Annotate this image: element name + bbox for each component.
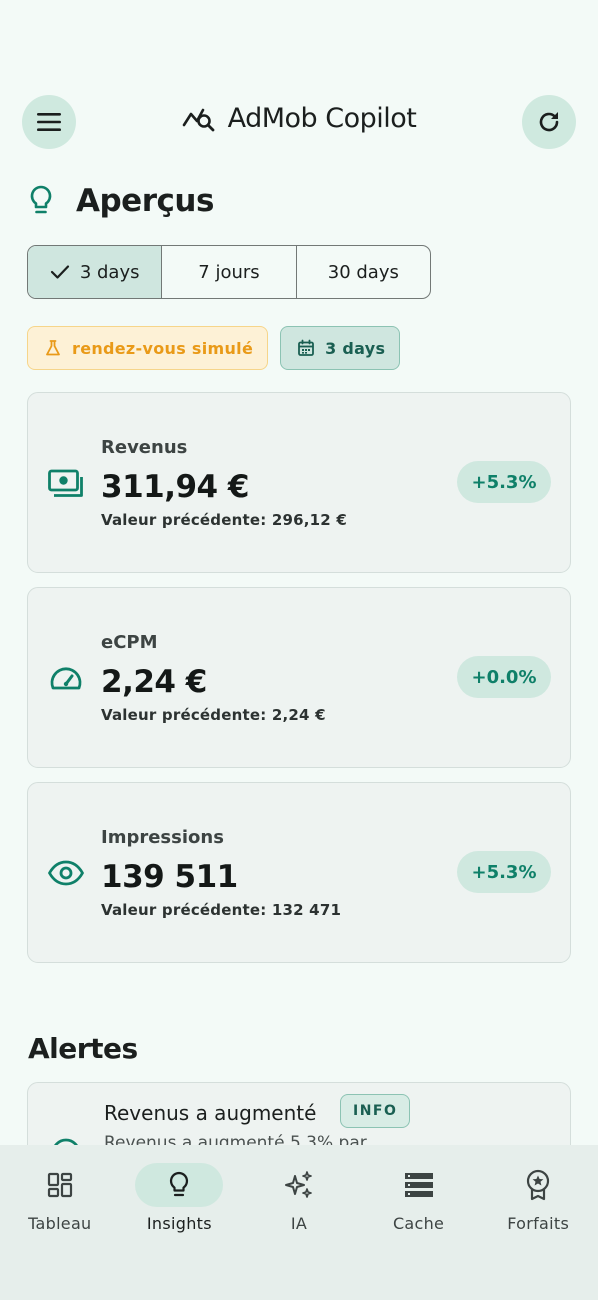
lightbulb-icon [170, 1171, 189, 1197]
date-range-chip[interactable]: 3 days [280, 326, 401, 370]
alerts-section-title: Alertes [28, 1032, 138, 1065]
nav-label: Tableau [28, 1214, 92, 1233]
period-option-label: 30 days [327, 261, 399, 283]
lightbulb-icon [30, 185, 52, 214]
bottom-navigation: Tableau Insights IA Cache Forfaits [0, 1145, 598, 1300]
metric-value: 139 511 [101, 859, 238, 895]
nav-icon-container [494, 1163, 582, 1207]
metric-label: Revenus [101, 437, 188, 458]
alert-title: Revenus a augmenté [104, 1101, 317, 1125]
filter-chips: rendez-vous simulé 3 days [27, 326, 401, 370]
period-option-label: 7 jours [198, 261, 260, 283]
date-range-label: 3 days [325, 338, 386, 358]
metric-card-impressions[interactable]: Impressions 139 511 Valeur précédente: 1… [27, 782, 571, 963]
nav-label: Forfaits [507, 1214, 570, 1233]
metric-label: Impressions [101, 827, 224, 848]
metric-delta-badge: +0.0% [457, 656, 551, 698]
metric-card-revenus[interactable]: Revenus 311,94 € Valeur précédente: 296,… [27, 392, 571, 573]
speedometer-icon [50, 667, 82, 690]
metric-previous-value: Valeur précédente: 296,12 € [101, 511, 347, 529]
nav-item-forfaits[interactable]: Forfaits [478, 1145, 598, 1300]
badge-icon [527, 1169, 550, 1201]
refresh-button[interactable] [522, 95, 576, 149]
nav-label: Insights [146, 1214, 212, 1233]
eye-icon [48, 860, 84, 886]
metric-previous-value: Valeur précédente: 132 471 [101, 901, 342, 919]
cash-icon [48, 469, 83, 497]
period-selector: 3 days 7 jours 30 days [27, 245, 431, 299]
storage-icon [404, 1173, 433, 1197]
metric-value: 311,94 € [101, 469, 250, 505]
metric-label: eCPM [101, 632, 158, 653]
period-option-30-days[interactable]: 30 days [297, 246, 430, 298]
nav-item-ia[interactable]: IA [239, 1145, 359, 1300]
nav-icon-container [255, 1163, 343, 1207]
chart-search-icon [182, 108, 214, 131]
metric-previous-value: Valeur précédente: 2,24 € [101, 706, 326, 724]
period-option-3-days[interactable]: 3 days [28, 246, 163, 298]
calendar-icon [298, 339, 315, 356]
top-app-bar: AdMob Copilot [22, 95, 576, 151]
nav-item-insights[interactable]: Insights [120, 1145, 240, 1300]
nav-label: IA [290, 1214, 308, 1233]
refresh-icon [539, 112, 559, 132]
page-title: Aperçus [28, 183, 214, 219]
page-title-text: Aperçus [76, 183, 214, 219]
nav-item-tableau[interactable]: Tableau [0, 1145, 120, 1300]
simulated-data-label: rendez-vous simulé [72, 338, 254, 358]
nav-icon-container [16, 1163, 104, 1207]
nav-item-cache[interactable]: Cache [359, 1145, 479, 1300]
period-option-label: 3 days [79, 261, 140, 283]
flask-icon [46, 340, 60, 356]
simulated-data-chip[interactable]: rendez-vous simulé [27, 326, 269, 370]
metric-value: 2,24 € [101, 664, 207, 700]
sparkles-icon [284, 1171, 312, 1198]
dashboard-icon [47, 1172, 72, 1198]
period-option-7-jours[interactable]: 7 jours [162, 246, 297, 298]
metric-card-ecpm[interactable]: eCPM 2,24 € Valeur précédente: 2,24 € +0… [27, 587, 571, 768]
alert-severity-badge: INFO [340, 1094, 411, 1128]
check-icon [50, 265, 69, 279]
app-title-text: AdMob Copilot [227, 103, 417, 134]
metric-delta-badge: +5.3% [457, 851, 551, 893]
nav-icon-container [135, 1163, 224, 1207]
nav-icon-container [375, 1163, 463, 1207]
metric-delta-badge: +5.3% [457, 461, 551, 503]
app-title: AdMob Copilot [22, 103, 576, 134]
nav-label: Cache [392, 1214, 445, 1233]
